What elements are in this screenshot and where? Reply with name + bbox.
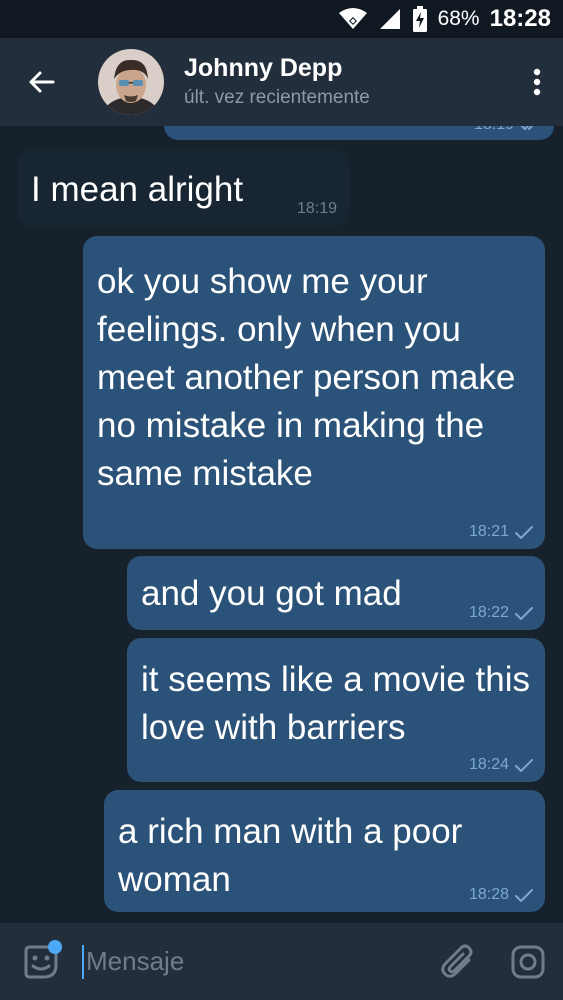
message-bubble-outgoing[interactable]: 18:19 [164,126,554,140]
battery-percent: 68% [437,7,480,30]
message-meta: 18:19 [297,200,337,218]
chat-header: Johnny Depp últ. vez recientemente [0,38,563,126]
message-time: 18:19 [296,200,337,217]
more-options-button[interactable] [511,38,563,126]
message-time: 18:22 [468,604,509,621]
avatar[interactable] [98,49,164,115]
sticker-button[interactable] [0,923,82,1000]
message-time: 18:21 [468,523,509,540]
check-icon [515,888,533,902]
message-time: 18:24 [468,756,509,773]
message-bubble-incoming[interactable]: I mean alright 18:19 [17,150,349,226]
message-bubble-outgoing[interactable]: it seems like a movie this love with bar… [127,638,545,782]
cell-signal-icon [378,7,402,31]
message-bubble-outgoing[interactable]: ok you show me your feelings. only when … [83,236,545,549]
more-vertical-icon [533,68,541,96]
check-icon [515,525,533,539]
camera-icon [511,945,545,978]
wifi-icon [338,8,368,30]
contact-photo [98,49,164,115]
paperclip-icon [441,944,473,978]
message-meta: 18:22 [469,604,533,622]
message-meta: 18:19 [474,126,542,134]
message-text: it seems like a movie this love with bar… [141,660,531,747]
status-bar: 68% 18:28 [0,0,563,38]
arrow-left-icon [29,71,55,93]
contact-title[interactable]: Johnny Depp últ. vez recientemente [184,53,511,111]
message-bubble-outgoing[interactable]: a rich man with a poor woman 18:28 [104,790,545,912]
text-caret [82,944,84,979]
attach-button[interactable] [423,923,493,1000]
message-time: 18:28 [468,886,509,903]
message-time: 18:19 [474,126,514,134]
message-input[interactable]: Mensaje [82,923,423,1000]
check-icon [515,606,533,620]
back-button[interactable] [0,38,82,126]
message-meta: 18:28 [469,886,533,904]
clock: 18:28 [489,5,551,32]
double-check-icon [520,126,534,130]
message-text: ok you show me your feelings. only when … [97,262,516,493]
check-icon [515,758,533,772]
contact-name: Johnny Depp [184,54,343,82]
camera-button[interactable] [493,923,563,1000]
message-input-placeholder: Mensaje [86,946,185,976]
notification-dot [48,940,62,954]
message-list[interactable]: 18:19 I mean alright 18:19 ok you show m… [0,126,563,923]
message-meta: 18:21 [469,523,533,541]
battery-charging-icon [412,6,428,32]
last-seen-status: últ. vez recientemente [184,87,370,108]
message-composer: Mensaje [0,923,563,1000]
message-bubble-outgoing[interactable]: and you got mad 18:22 [127,556,545,630]
message-meta: 18:24 [469,756,533,774]
